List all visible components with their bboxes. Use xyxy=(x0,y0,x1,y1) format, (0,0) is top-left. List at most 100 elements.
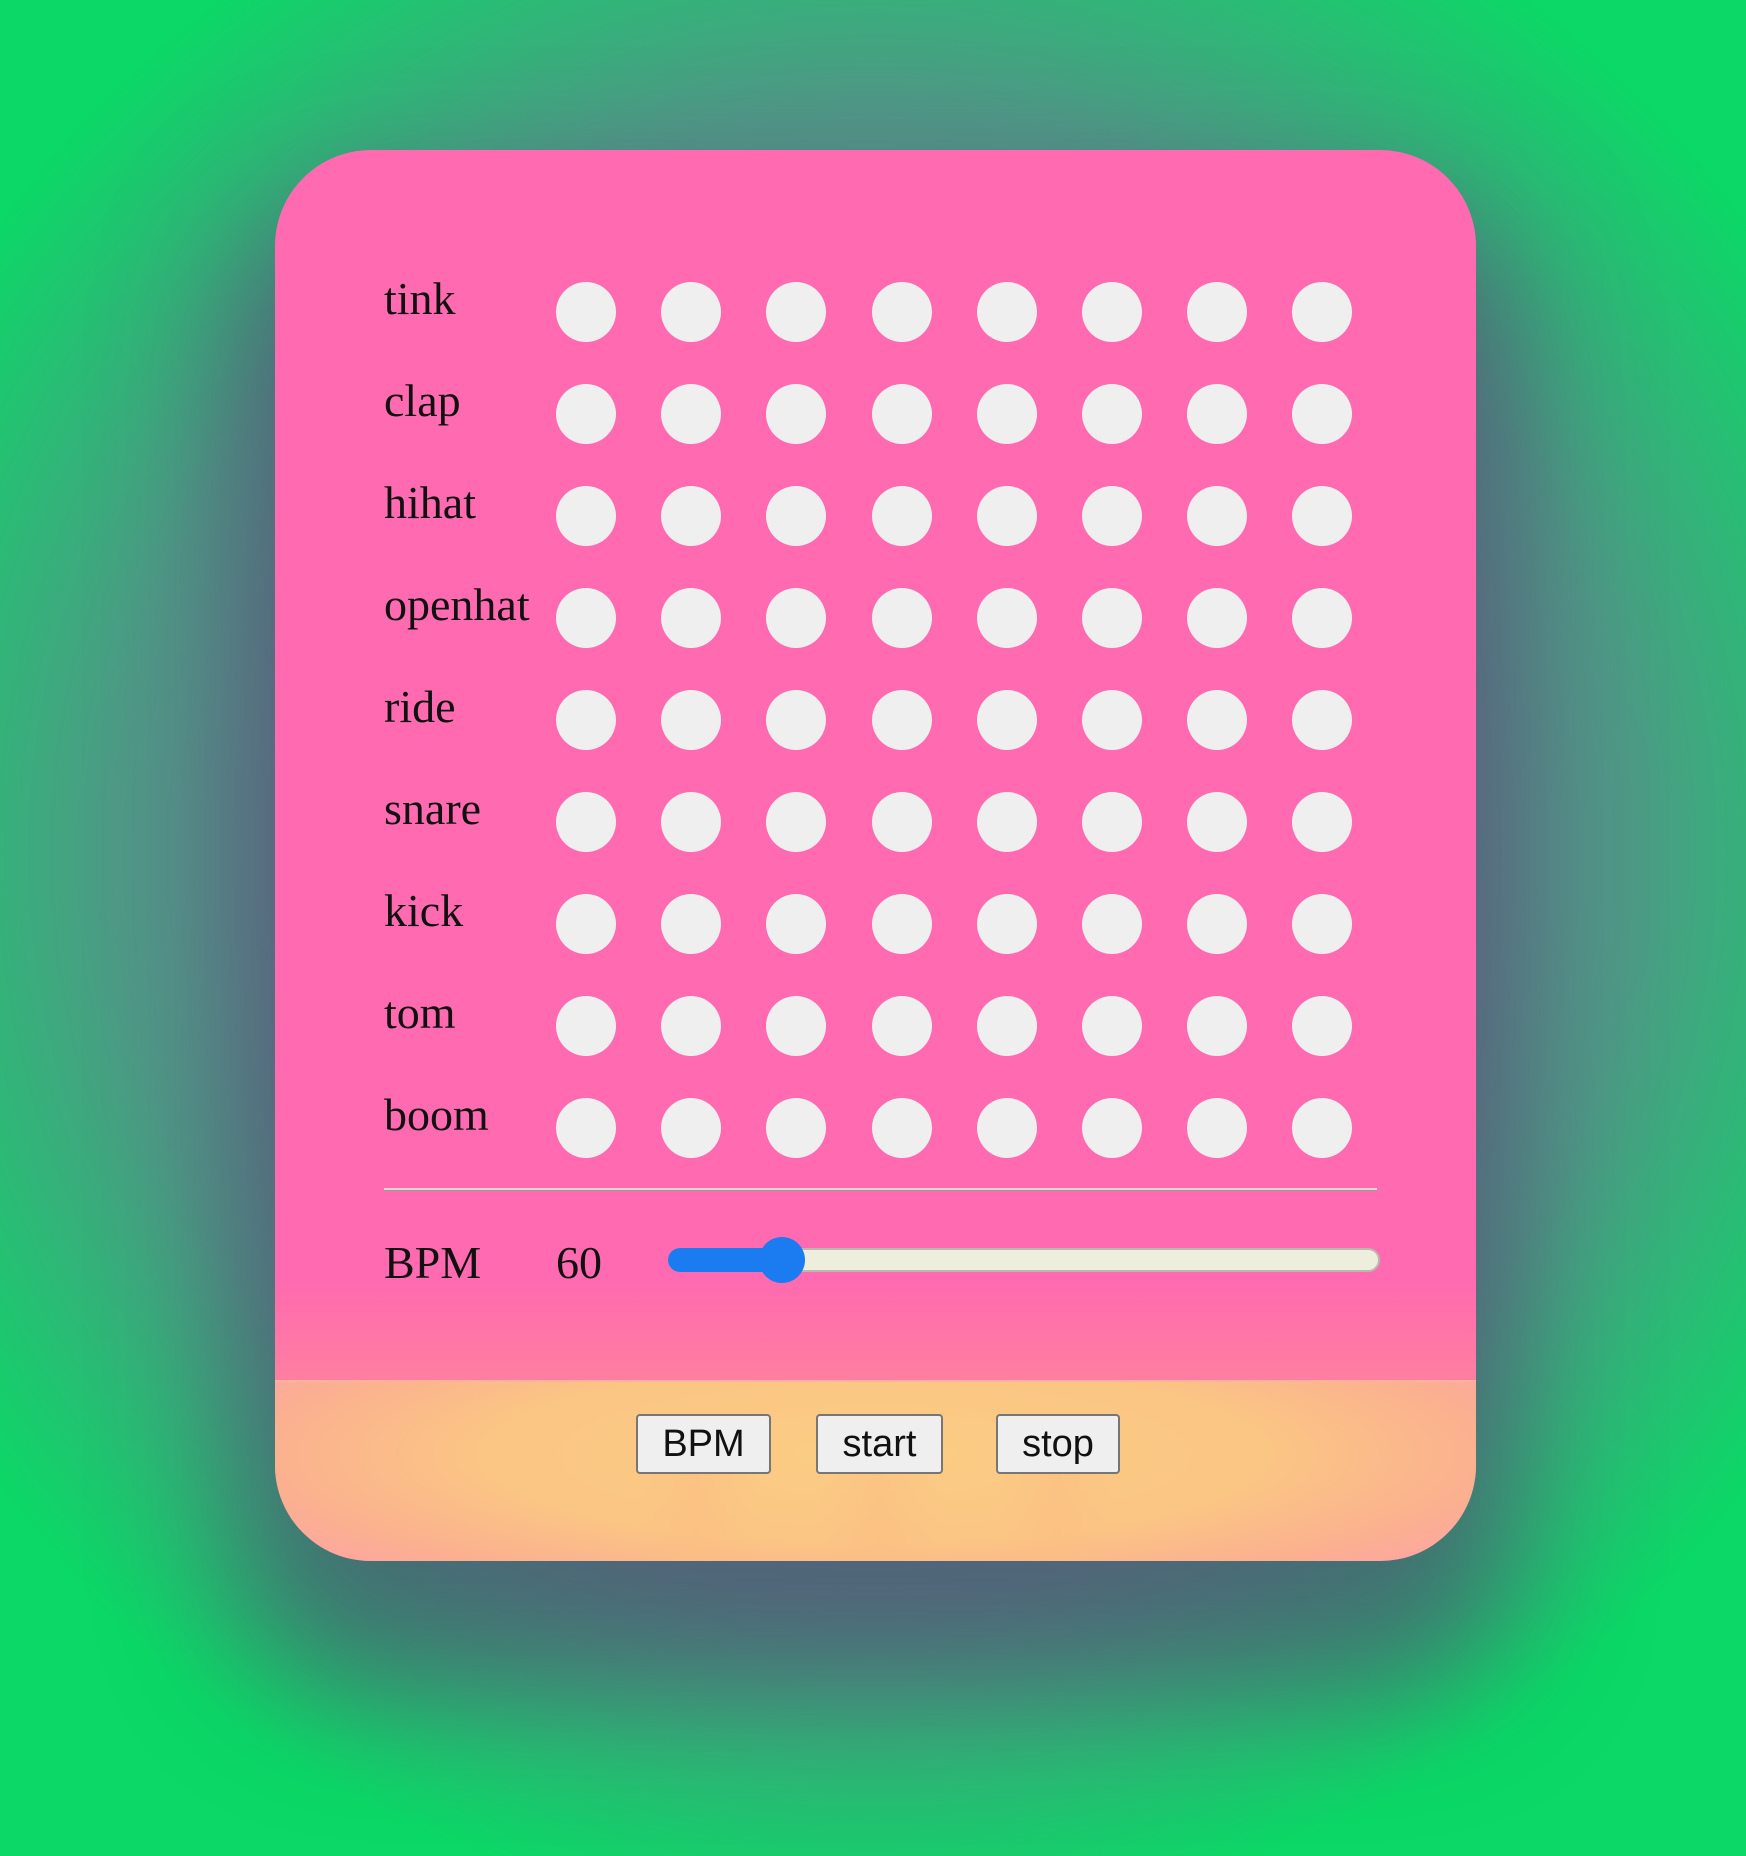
track-label: ride xyxy=(384,681,456,732)
step-toggle-kick-7[interactable] xyxy=(1187,894,1247,954)
step-toggle-snare-1[interactable] xyxy=(556,792,616,852)
bpm-value: 60 xyxy=(556,1237,602,1288)
step-toggle-snare-3[interactable] xyxy=(766,792,826,852)
step-toggle-tink-1[interactable] xyxy=(556,282,616,342)
step-toggle-snare-8[interactable] xyxy=(1292,792,1352,852)
bpm-button[interactable]: BPM xyxy=(636,1414,771,1474)
step-toggle-hihat-6[interactable] xyxy=(1082,486,1142,546)
step-toggle-hihat-4[interactable] xyxy=(872,486,932,546)
step-toggle-snare-7[interactable] xyxy=(1187,792,1247,852)
step-toggle-hihat-8[interactable] xyxy=(1292,486,1352,546)
step-toggle-clap-1[interactable] xyxy=(556,384,616,444)
step-toggle-hihat-7[interactable] xyxy=(1187,486,1247,546)
bpm-slider-thumb[interactable] xyxy=(759,1237,805,1283)
step-toggle-clap-3[interactable] xyxy=(766,384,826,444)
step-toggle-openhat-4[interactable] xyxy=(872,588,932,648)
bpm-slider[interactable] xyxy=(668,1237,1380,1283)
step-toggle-kick-6[interactable] xyxy=(1082,894,1142,954)
step-toggle-ride-3[interactable] xyxy=(766,690,826,750)
track-label: hihat xyxy=(384,477,476,528)
step-toggle-tink-8[interactable] xyxy=(1292,282,1352,342)
step-toggle-boom-8[interactable] xyxy=(1292,1098,1352,1158)
step-toggle-boom-6[interactable] xyxy=(1082,1098,1142,1158)
step-toggle-tink-5[interactable] xyxy=(977,282,1037,342)
step-toggle-snare-5[interactable] xyxy=(977,792,1037,852)
step-toggle-ride-1[interactable] xyxy=(556,690,616,750)
step-toggle-kick-5[interactable] xyxy=(977,894,1037,954)
step-toggle-tom-2[interactable] xyxy=(661,996,721,1056)
step-toggle-kick-1[interactable] xyxy=(556,894,616,954)
step-toggle-clap-2[interactable] xyxy=(661,384,721,444)
step-toggle-openhat-1[interactable] xyxy=(556,588,616,648)
step-toggle-openhat-2[interactable] xyxy=(661,588,721,648)
step-toggle-tink-4[interactable] xyxy=(872,282,932,342)
bpm-label: BPM xyxy=(384,1237,482,1288)
step-toggle-tink-6[interactable] xyxy=(1082,282,1142,342)
step-toggle-hihat-5[interactable] xyxy=(977,486,1037,546)
step-toggle-kick-4[interactable] xyxy=(872,894,932,954)
step-toggle-kick-8[interactable] xyxy=(1292,894,1352,954)
step-toggle-ride-2[interactable] xyxy=(661,690,721,750)
step-toggle-hihat-3[interactable] xyxy=(766,486,826,546)
stop-button[interactable]: stop xyxy=(996,1414,1120,1474)
step-toggle-openhat-3[interactable] xyxy=(766,588,826,648)
step-toggle-openhat-7[interactable] xyxy=(1187,588,1247,648)
step-toggle-boom-2[interactable] xyxy=(661,1098,721,1158)
step-toggle-tink-7[interactable] xyxy=(1187,282,1247,342)
step-toggle-hihat-1[interactable] xyxy=(556,486,616,546)
track-label: openhat xyxy=(384,579,530,630)
step-toggle-openhat-8[interactable] xyxy=(1292,588,1352,648)
track-row-tink: tink xyxy=(384,254,1384,356)
step-toggle-tink-3[interactable] xyxy=(766,282,826,342)
step-toggle-boom-3[interactable] xyxy=(766,1098,826,1158)
divider xyxy=(384,1188,1377,1191)
button-glow xyxy=(636,1474,758,1561)
step-toggle-hihat-2[interactable] xyxy=(661,486,721,546)
track-row-hihat: hihat xyxy=(384,458,1384,560)
step-toggle-clap-7[interactable] xyxy=(1187,384,1247,444)
step-toggle-clap-8[interactable] xyxy=(1292,384,1352,444)
step-toggle-openhat-6[interactable] xyxy=(1082,588,1142,648)
step-toggle-ride-8[interactable] xyxy=(1292,690,1352,750)
track-label: clap xyxy=(384,375,461,426)
step-toggle-clap-6[interactable] xyxy=(1082,384,1142,444)
controls-footer: BPM start stop xyxy=(275,1380,1476,1561)
step-toggle-ride-5[interactable] xyxy=(977,690,1037,750)
step-toggle-openhat-5[interactable] xyxy=(977,588,1037,648)
step-toggle-tom-7[interactable] xyxy=(1187,996,1247,1056)
step-toggle-clap-4[interactable] xyxy=(872,384,932,444)
button-glow xyxy=(996,1474,1118,1561)
sequencer-panel: tink clap hihat openhat ride snare kick tom boom… xyxy=(275,150,1476,1561)
step-toggle-snare-6[interactable] xyxy=(1082,792,1142,852)
step-toggle-snare-4[interactable] xyxy=(872,792,932,852)
track-row-tom: tom xyxy=(384,968,1384,1070)
step-toggle-ride-4[interactable] xyxy=(872,690,932,750)
step-toggle-ride-6[interactable] xyxy=(1082,690,1142,750)
track-label: tink xyxy=(384,273,456,324)
track-label: tom xyxy=(384,987,456,1038)
step-toggle-boom-7[interactable] xyxy=(1187,1098,1247,1158)
step-toggle-tom-4[interactable] xyxy=(872,996,932,1056)
step-toggle-snare-2[interactable] xyxy=(661,792,721,852)
step-toggle-boom-4[interactable] xyxy=(872,1098,932,1158)
track-row-clap: clap xyxy=(384,356,1384,458)
step-toggle-boom-1[interactable] xyxy=(556,1098,616,1158)
step-toggle-tom-1[interactable] xyxy=(556,996,616,1056)
track-row-openhat: openhat xyxy=(384,560,1384,662)
step-toggle-tom-3[interactable] xyxy=(766,996,826,1056)
button-glow xyxy=(816,1474,943,1561)
step-toggle-tom-6[interactable] xyxy=(1082,996,1142,1056)
step-toggle-boom-5[interactable] xyxy=(977,1098,1037,1158)
track-row-kick: kick xyxy=(384,866,1384,968)
step-toggle-tom-5[interactable] xyxy=(977,996,1037,1056)
step-toggle-kick-2[interactable] xyxy=(661,894,721,954)
step-toggle-tom-8[interactable] xyxy=(1292,996,1352,1056)
step-toggle-ride-7[interactable] xyxy=(1187,690,1247,750)
step-toggle-tink-2[interactable] xyxy=(661,282,721,342)
track-row-snare: snare xyxy=(384,764,1384,866)
step-toggle-clap-5[interactable] xyxy=(977,384,1037,444)
step-toggle-kick-3[interactable] xyxy=(766,894,826,954)
track-row-ride: ride xyxy=(384,662,1384,764)
start-button[interactable]: start xyxy=(816,1414,943,1474)
track-label: snare xyxy=(384,783,482,834)
